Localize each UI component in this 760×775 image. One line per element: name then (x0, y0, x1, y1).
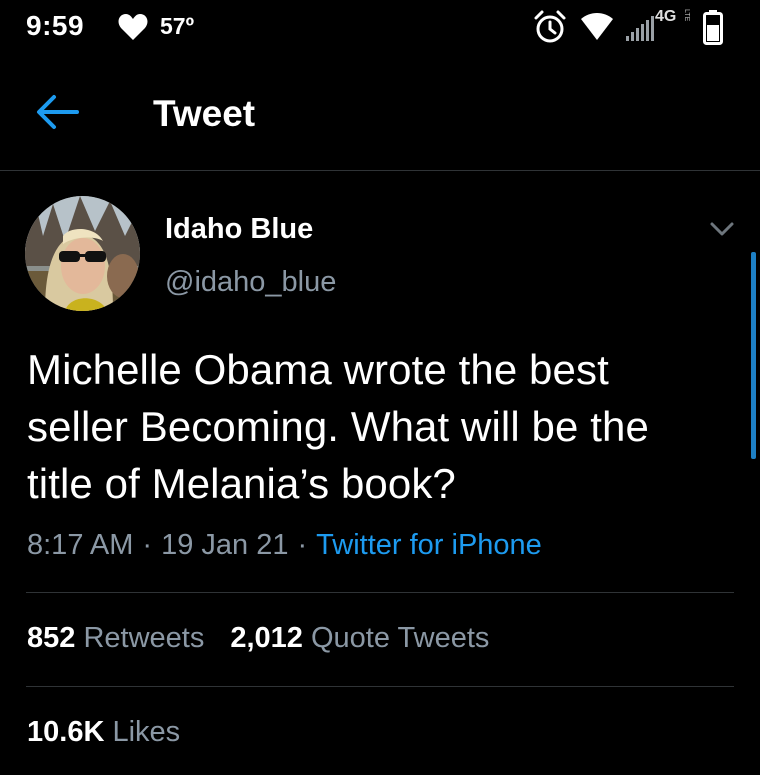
meta-separator: · (297, 529, 308, 561)
scrollbar[interactable] (751, 252, 756, 459)
status-time: 9:59 (26, 10, 85, 41)
tweet-date: 19 Jan 21 (161, 529, 289, 561)
likes-label: Likes (112, 716, 181, 748)
network-subtype: LTE (683, 9, 690, 22)
divider (26, 592, 734, 593)
tweet-text-line: Michelle Obama wrote the best (27, 346, 609, 393)
engagement-stats: 852 Retweets 2,012 Quote Tweets (27, 622, 489, 655)
quote-tweets-label: Quote Tweets (310, 622, 490, 654)
avatar[interactable] (25, 196, 140, 311)
display-name[interactable]: Idaho Blue (165, 213, 313, 246)
wifi-icon (581, 13, 613, 40)
tweet-source-link[interactable]: Twitter for iPhone (316, 529, 542, 561)
likes-stats: 10.6K Likes (27, 716, 180, 749)
retweets-stat[interactable]: 852 Retweets (27, 622, 204, 654)
tweet-text-line: title of Melania’s book? (27, 460, 456, 507)
likes-stat[interactable]: 10.6K Likes (27, 716, 180, 748)
status-temperature: 57º (160, 13, 194, 39)
chevron-down-icon[interactable] (704, 214, 740, 244)
retweets-label: Retweets (83, 622, 205, 654)
tweet-meta: 8:17 AM · 19 Jan 21 · Twitter for iPhone (27, 529, 542, 562)
tweet-time: 8:17 AM (27, 529, 134, 561)
meta-separator: · (142, 529, 153, 561)
user-handle[interactable]: @idaho_blue (165, 266, 336, 299)
network-type: 4G (655, 8, 677, 25)
status-bar: 9:59 57º 4G LTE (0, 0, 760, 56)
likes-count: 10.6K (27, 716, 105, 748)
arrow-left-icon[interactable] (32, 90, 82, 134)
heart-icon (118, 14, 148, 40)
battery-icon (703, 10, 723, 45)
page-title: Tweet (153, 93, 256, 134)
divider (26, 686, 734, 687)
tweet-text: Michelle Obama wrote the best seller Bec… (27, 341, 727, 512)
retweets-count: 852 (27, 622, 76, 654)
quote-tweets-stat[interactable]: 2,012 Quote Tweets (230, 622, 489, 654)
quote-tweets-count: 2,012 (230, 622, 303, 654)
tweet-text-line: seller Becoming. What will be the (27, 403, 649, 450)
top-app-bar: Tweet (0, 56, 760, 171)
alarm-icon (534, 10, 566, 43)
